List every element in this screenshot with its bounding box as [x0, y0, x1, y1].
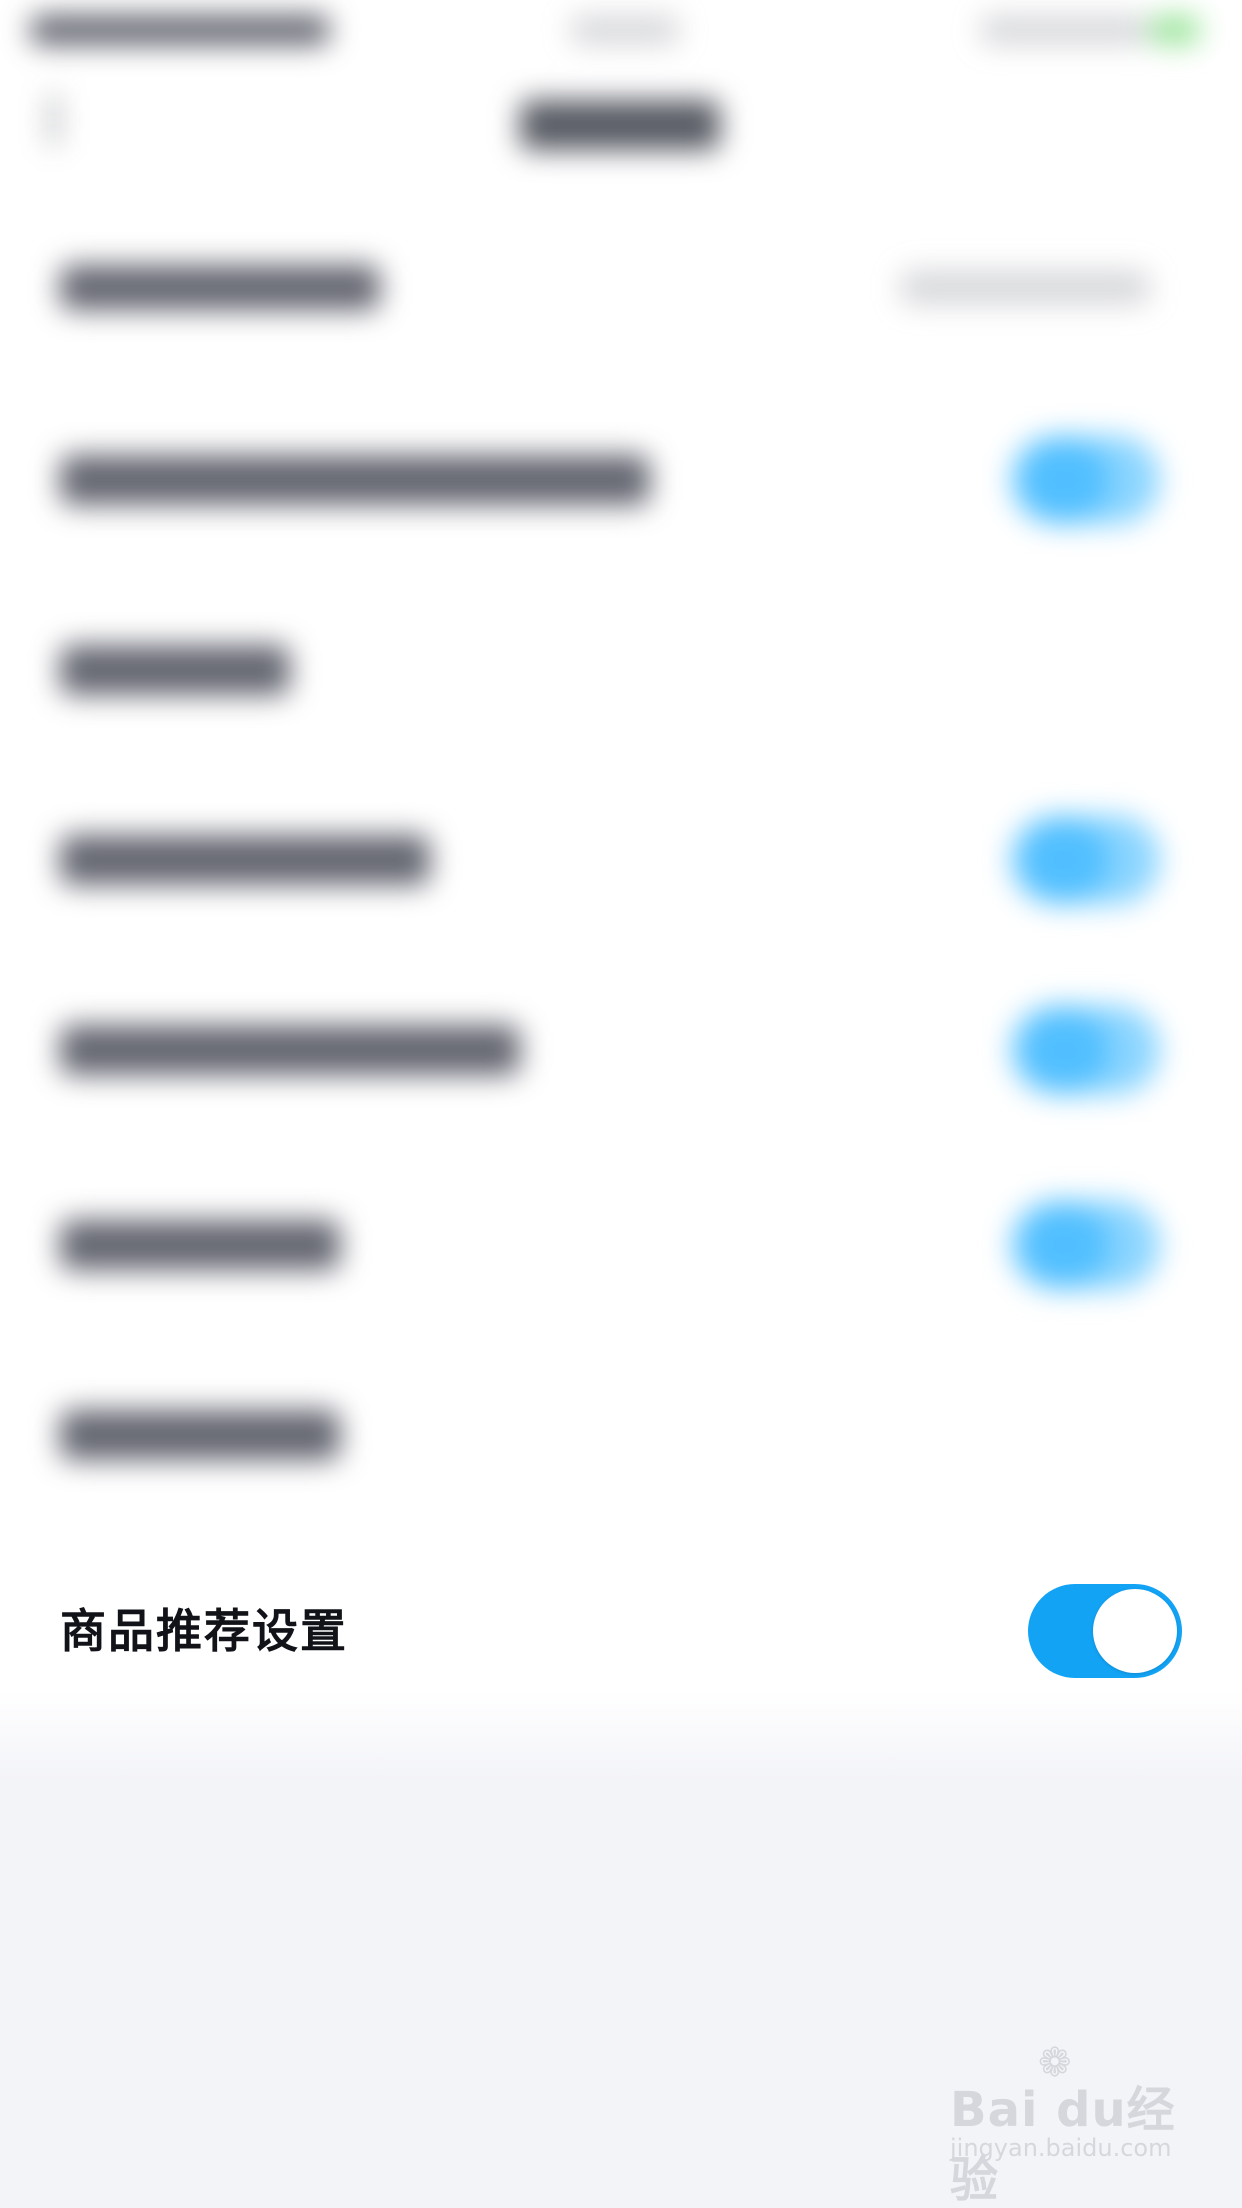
- status-time-blur: [570, 15, 680, 45]
- row-7-label-blur: [60, 1410, 340, 1460]
- back-icon[interactable]: [50, 95, 88, 145]
- panel-fade: [0, 1690, 1242, 1780]
- row-1-value-blur: [900, 270, 1150, 305]
- row-6-label-blur: [60, 1220, 340, 1270]
- row-4-toggle-blur[interactable]: [1010, 815, 1160, 905]
- status-icons-blur: [980, 15, 1150, 45]
- product-recommendation-toggle[interactable]: [1028, 1584, 1182, 1678]
- row-2-toggle-blur[interactable]: [1010, 435, 1160, 525]
- toggle-knob: [1093, 1589, 1177, 1673]
- row-5-toggle-blur[interactable]: [1010, 1005, 1160, 1095]
- row-4-label-blur: [60, 835, 430, 885]
- battery-blur: [1150, 15, 1200, 45]
- row-3-label-blur: [60, 645, 290, 695]
- watermark-url: jingyan.baidu.com: [950, 2134, 1172, 2162]
- row-6-toggle-blur[interactable]: [1010, 1200, 1160, 1290]
- product-recommendation-row[interactable]: 商品推荐设置: [0, 1570, 1242, 1694]
- settings-panel: 商品推荐设置: [0, 0, 1242, 1740]
- screen: 商品推荐设置 ❁ Bai du经验 jingyan.baidu.com: [0, 0, 1242, 2208]
- product-recommendation-label: 商品推荐设置: [60, 1604, 348, 1658]
- watermark: ❁ Bai du经验 jingyan.baidu.com: [950, 2040, 1190, 2208]
- status-bar-blur: [30, 15, 330, 45]
- blurred-content: [0, 0, 1242, 1560]
- nav-title-blur: [520, 100, 720, 150]
- row-1-label-blur: [60, 265, 380, 310]
- row-5-label-blur: [60, 1025, 520, 1075]
- row-2-label-blur: [60, 455, 650, 505]
